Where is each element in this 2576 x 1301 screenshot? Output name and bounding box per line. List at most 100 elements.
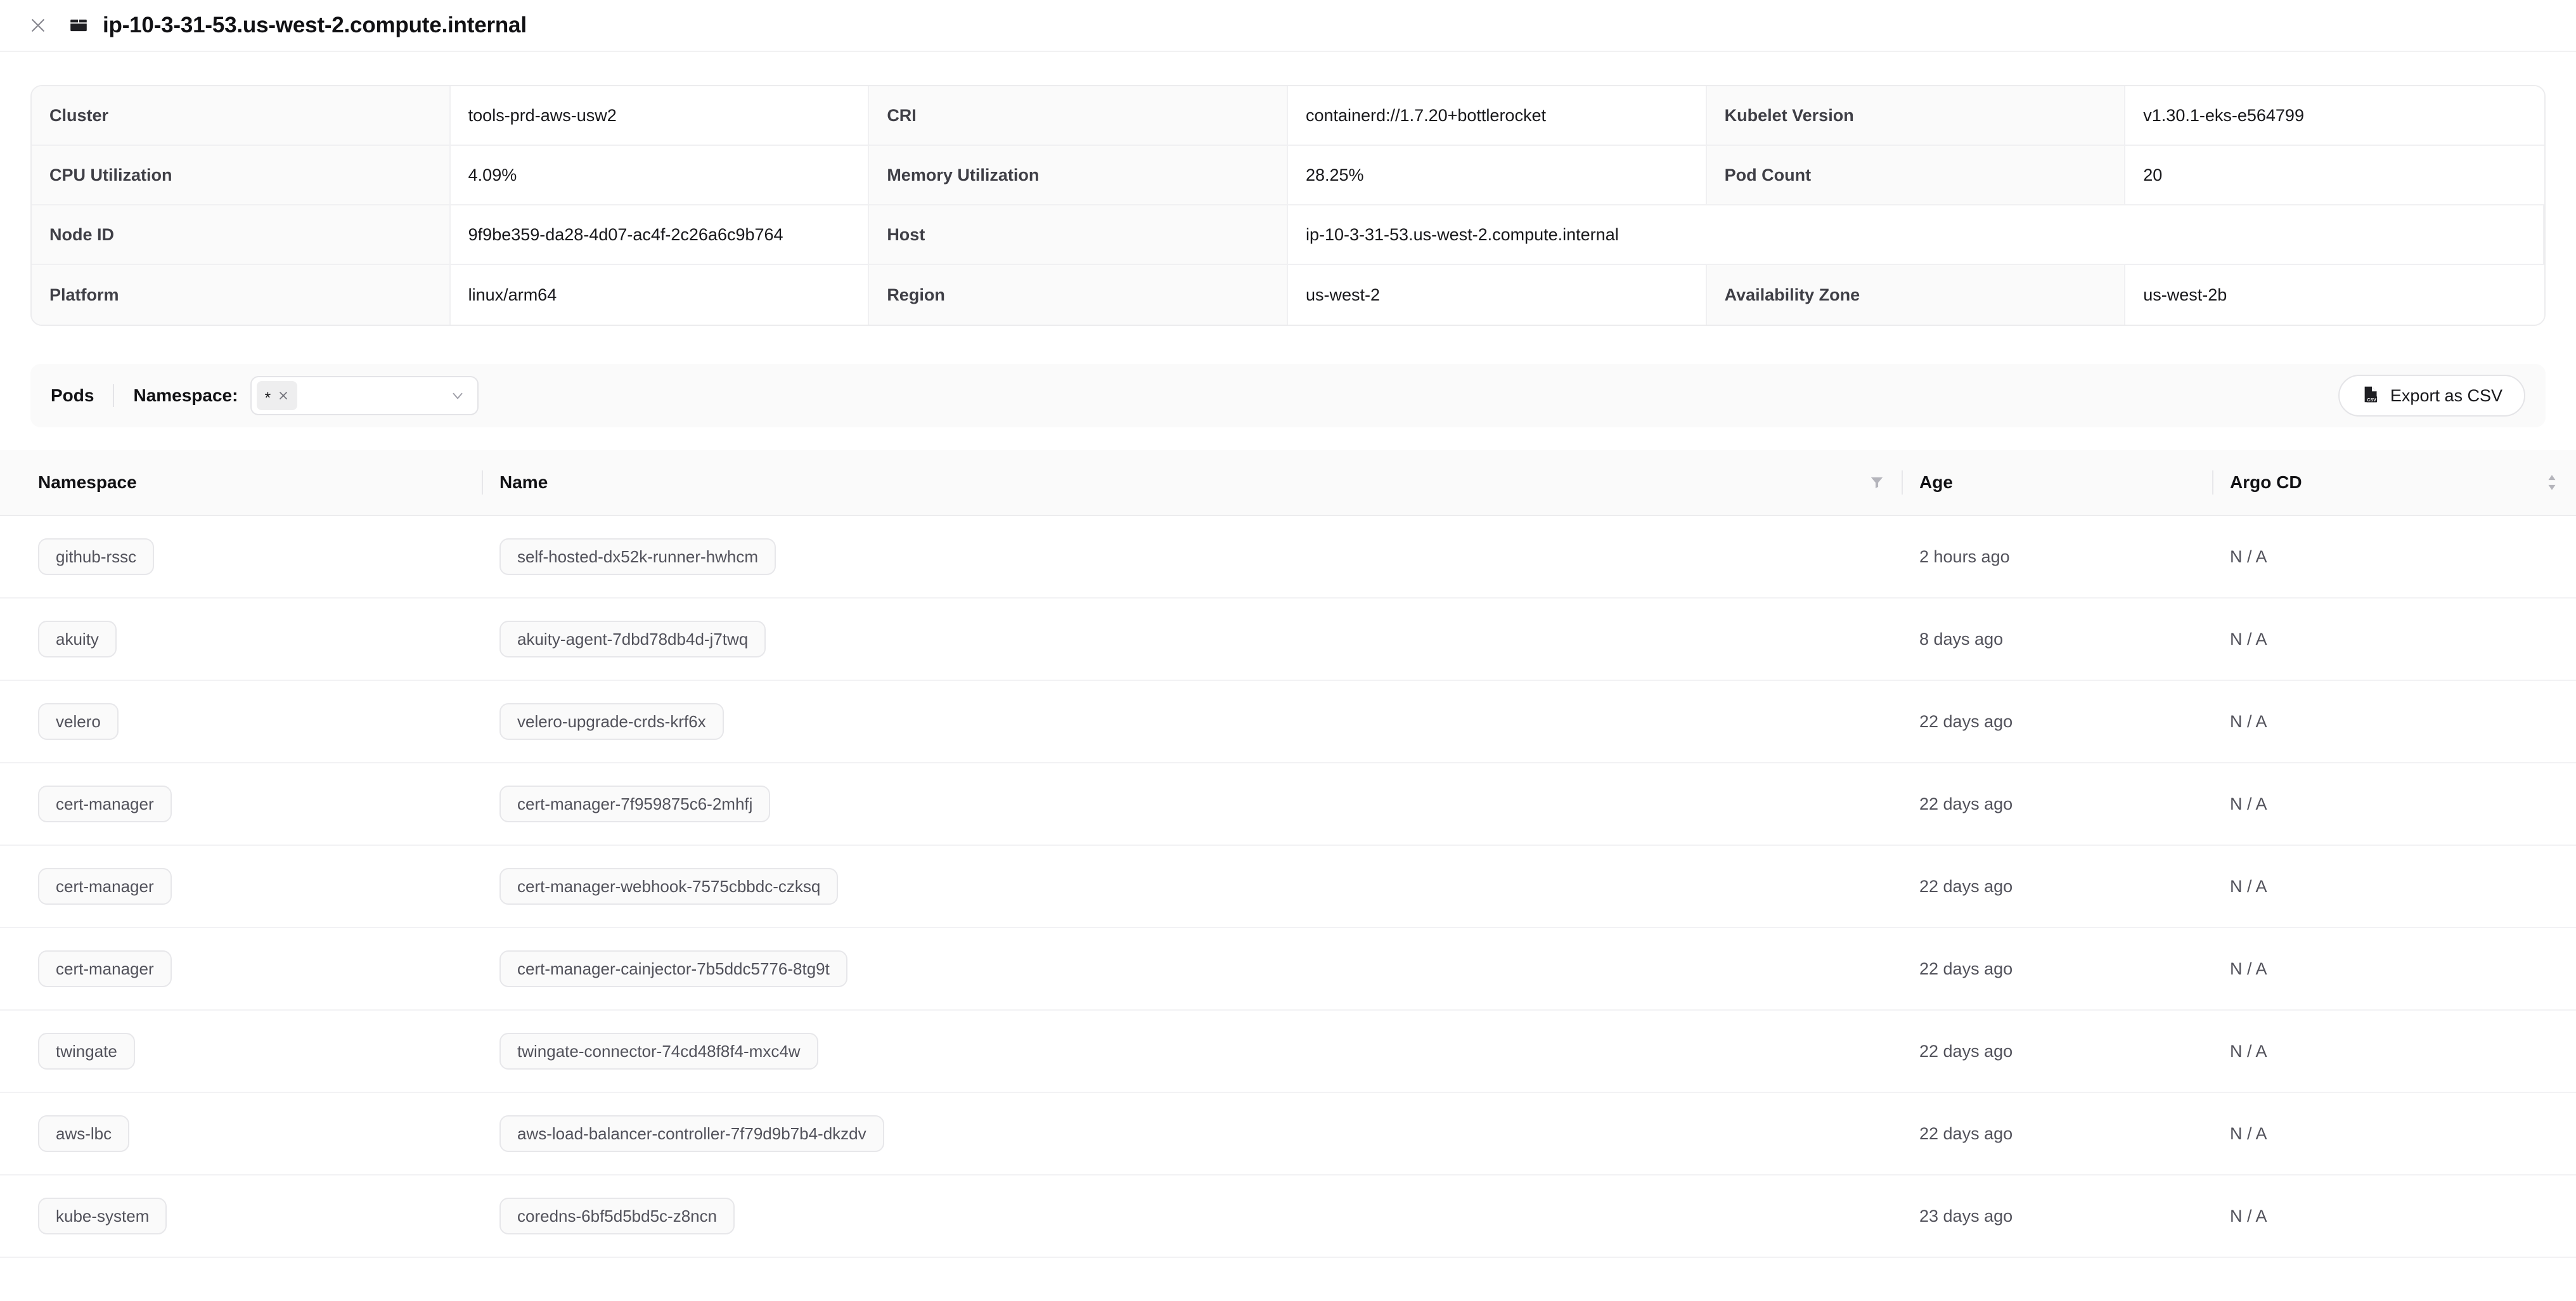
info-value-host: ip-10-3-31-53.us-west-2.compute.internal xyxy=(1287,205,2544,265)
column-header-namespace-label: Namespace xyxy=(38,472,137,492)
pod-name-chip[interactable]: coredns-6bf5d5bd5c-z8ncn xyxy=(499,1198,735,1234)
pod-age-cell: 22 days ago xyxy=(1902,928,2212,1011)
info-label-host: Host xyxy=(869,205,1288,265)
table-row[interactable]: github-rssc self-hosted-dx52k-runner-hwhc… xyxy=(0,516,2576,599)
namespace-chip[interactable]: twingate xyxy=(38,1033,135,1070)
filter-icon[interactable] xyxy=(1869,474,1885,491)
column-header-argo-cd-label: Argo CD xyxy=(2230,472,2302,492)
namespace-chip[interactable]: aws-lbc xyxy=(38,1115,130,1152)
pod-argocd-cell: N / A xyxy=(2212,1011,2576,1093)
pod-name-chip[interactable]: self-hosted-dx52k-runner-hwhcm xyxy=(499,538,776,575)
info-label-cri: CRI xyxy=(869,86,1288,146)
namespace-chip[interactable]: kube-system xyxy=(38,1198,167,1234)
table-row[interactable]: cert-manager cert-manager-webhook-7575cbb… xyxy=(0,846,2576,928)
info-label-node-id: Node ID xyxy=(32,205,451,265)
table-row[interactable]: cert-manager cert-manager-cainjector-7b5d… xyxy=(0,928,2576,1011)
pod-namespace-cell: cert-manager xyxy=(0,763,482,846)
table-row: Node ID 9f9be359-da28-4d07-ac4f-2c26a6c9… xyxy=(32,205,2544,265)
column-header-namespace[interactable]: Namespace xyxy=(0,450,482,516)
pod-name-cell: cert-manager-webhook-7575cbbdc-czksq xyxy=(482,846,1902,928)
namespace-chip[interactable]: github-rssc xyxy=(38,538,155,575)
pod-name-cell: akuity-agent-7dbd78db4d-j7twq xyxy=(482,599,1902,681)
namespace-chip[interactable]: cert-manager xyxy=(38,786,172,822)
info-value-availability-zone: us-west-2b xyxy=(2125,265,2544,325)
chevron-down-icon[interactable] xyxy=(449,387,471,404)
detail-header: ip-10-3-31-53.us-west-2.compute.internal xyxy=(0,0,2576,52)
pods-table-body: github-rssc self-hosted-dx52k-runner-hwhc… xyxy=(0,516,2576,1258)
namespace-chip[interactable]: akuity xyxy=(38,621,117,657)
pod-name-chip[interactable]: velero-upgrade-crds-krf6x xyxy=(499,703,724,740)
pod-name-chip[interactable]: cert-manager-webhook-7575cbbdc-czksq xyxy=(499,868,839,905)
pod-name-cell: coredns-6bf5d5bd5c-z8ncn xyxy=(482,1175,1902,1258)
pod-name-cell: velero-upgrade-crds-krf6x xyxy=(482,681,1902,763)
pod-argocd-cell: N / A xyxy=(2212,681,2576,763)
pod-name-chip[interactable]: cert-manager-cainjector-7b5ddc5776-8tg9t xyxy=(499,950,847,987)
column-header-name-label: Name xyxy=(499,472,548,492)
info-value-cluster: tools-prd-aws-usw2 xyxy=(450,86,870,146)
info-label-cluster: Cluster xyxy=(32,86,451,146)
table-row[interactable]: kube-system coredns-6bf5d5bd5c-z8ncn 23 da… xyxy=(0,1175,2576,1258)
pod-name-cell: aws-load-balancer-controller-7f79d9b7b4-… xyxy=(482,1093,1902,1175)
table-row[interactable]: akuity akuity-agent-7dbd78db4d-j7twq 8 day… xyxy=(0,599,2576,681)
info-label-pod-count: Pod Count xyxy=(1706,146,2126,205)
namespace-tag-label: * xyxy=(264,389,271,407)
pod-argocd-cell: N / A xyxy=(2212,928,2576,1011)
table-row[interactable]: cert-manager cert-manager-7f959875c6-2mhf… xyxy=(0,763,2576,846)
column-divider xyxy=(482,470,483,495)
namespace-chip[interactable]: velero xyxy=(38,703,119,740)
export-as-csv-button[interactable]: CSV Export as CSV xyxy=(2338,375,2525,417)
namespace-filter-label: Namespace: xyxy=(133,385,238,405)
close-icon[interactable] xyxy=(277,389,290,402)
sort-icon[interactable] xyxy=(2544,473,2560,492)
pod-age-cell: 22 days ago xyxy=(1902,846,2212,928)
table-row[interactable]: twingate twingate-connector-74cd48f8f4-mx… xyxy=(0,1011,2576,1093)
table-row[interactable]: aws-lbc aws-load-balancer-controller-7f79… xyxy=(0,1093,2576,1175)
pod-name-chip[interactable]: cert-manager-7f959875c6-2mhfj xyxy=(499,786,771,822)
pod-age-cell: 8 days ago xyxy=(1902,599,2212,681)
namespace-tag[interactable]: * xyxy=(257,381,298,410)
info-label-region: Region xyxy=(869,265,1288,325)
pod-age-cell: 22 days ago xyxy=(1902,681,2212,763)
pod-name-chip[interactable]: twingate-connector-74cd48f8f4-mxc4w xyxy=(499,1033,818,1070)
pod-namespace-cell: aws-lbc xyxy=(0,1093,482,1175)
pod-name-cell: cert-manager-7f959875c6-2mhfj xyxy=(482,763,1902,846)
pod-argocd-cell: N / A xyxy=(2212,599,2576,681)
pod-argocd-cell: N / A xyxy=(2212,1093,2576,1175)
pod-age-cell: 22 days ago xyxy=(1902,1093,2212,1175)
pod-namespace-cell: kube-system xyxy=(0,1175,482,1258)
pod-argocd-cell: N / A xyxy=(2212,1175,2576,1258)
column-header-name[interactable]: Name xyxy=(482,450,1902,516)
export-as-csv-label: Export as CSV xyxy=(2390,385,2502,405)
column-header-age[interactable]: Age xyxy=(1902,450,2212,516)
node-info-panel: Cluster tools-prd-aws-usw2 CRI container… xyxy=(0,52,2576,326)
pod-name-chip[interactable]: akuity-agent-7dbd78db4d-j7twq xyxy=(499,621,766,657)
pod-name-cell: twingate-connector-74cd48f8f4-mxc4w xyxy=(482,1011,1902,1093)
namespace-chip[interactable]: cert-manager xyxy=(38,868,172,905)
toolbar-divider xyxy=(113,384,115,407)
pods-table-header: Namespace Name Age Argo CD xyxy=(0,450,2576,516)
pod-age-cell: 22 days ago xyxy=(1902,763,2212,846)
info-value-cri: containerd://1.7.20+bottlerocket xyxy=(1287,86,1707,146)
pod-argocd-cell: N / A xyxy=(2212,516,2576,599)
pod-age-cell: 2 hours ago xyxy=(1902,516,2212,599)
info-value-region: us-west-2 xyxy=(1287,265,1707,325)
column-header-argo-cd[interactable]: Argo CD xyxy=(2212,450,2576,516)
pod-name-cell: cert-manager-cainjector-7b5ddc5776-8tg9t xyxy=(482,928,1902,1011)
table-row[interactable]: velero velero-upgrade-crds-krf6x 22 days a… xyxy=(0,681,2576,763)
info-label-memory-utilization: Memory Utilization xyxy=(869,146,1288,205)
info-value-platform: linux/arm64 xyxy=(450,265,870,325)
namespace-chip[interactable]: cert-manager xyxy=(38,950,172,987)
node-box-icon xyxy=(67,14,90,37)
info-value-cpu-utilization: 4.09% xyxy=(450,146,870,205)
close-icon[interactable] xyxy=(25,13,51,38)
namespace-select[interactable]: * xyxy=(250,376,479,415)
pod-namespace-cell: twingate xyxy=(0,1011,482,1093)
pod-name-cell: self-hosted-dx52k-runner-hwhcm xyxy=(482,516,1902,599)
pods-toolbar: Pods Namespace: * CSV Export as CSV xyxy=(30,364,2546,427)
info-label-cpu-utilization: CPU Utilization xyxy=(32,146,451,205)
page-title: ip-10-3-31-53.us-west-2.compute.internal xyxy=(103,13,527,37)
table-row: Platform linux/arm64 Region us-west-2 Av… xyxy=(32,265,2544,325)
pod-argocd-cell: N / A xyxy=(2212,763,2576,846)
node-info-table: Cluster tools-prd-aws-usw2 CRI container… xyxy=(30,85,2546,326)
pod-name-chip[interactable]: aws-load-balancer-controller-7f79d9b7b4-… xyxy=(499,1115,884,1152)
